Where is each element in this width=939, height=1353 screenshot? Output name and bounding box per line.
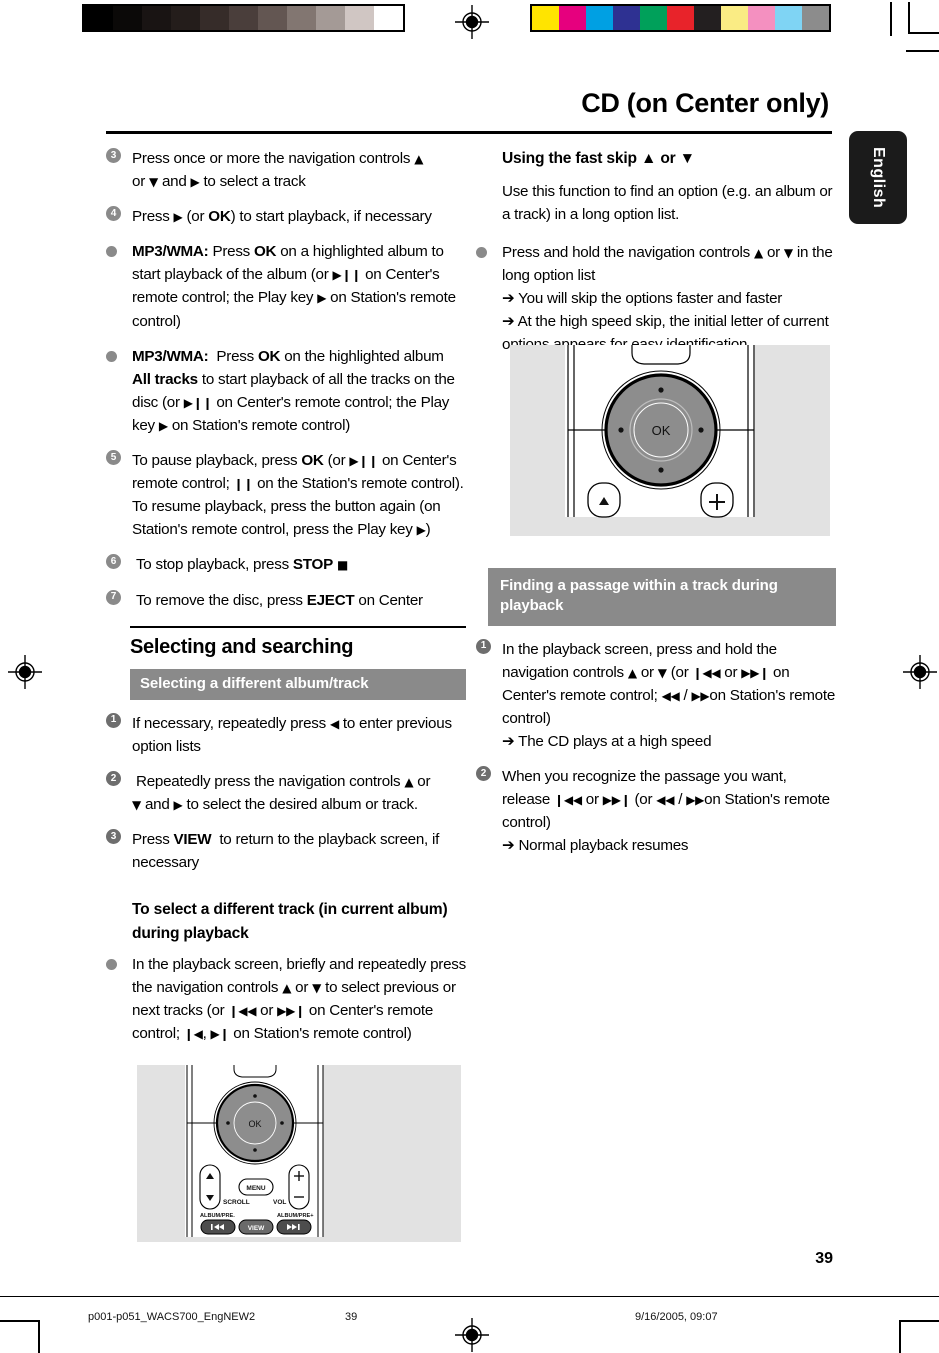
svg-text:ALBUM/PRE+: ALBUM/PRE+	[277, 1213, 314, 1219]
step-number-badge: 2	[476, 766, 491, 782]
center-remote-navigation-figure: OK	[510, 345, 830, 536]
step-text: In the playback screen, press and hold t…	[502, 640, 836, 750]
footer-timestamp: 9/16/2005, 09:07	[635, 1311, 718, 1323]
step-number-badge: 5	[106, 450, 121, 466]
step-text: Press and hold the navigation controls ▲…	[502, 243, 833, 353]
step-text: If necessary, repeatedly press ◀ to ente…	[132, 714, 452, 755]
step-marker: 5	[106, 449, 132, 541]
bullet-icon	[476, 246, 487, 258]
selecting-steps-list: 1 If necessary, repeatedly press ◀ to en…	[106, 712, 466, 875]
manual-page: CD (on Center only) English 3 Press once…	[0, 0, 939, 1353]
bullet-icon	[106, 350, 117, 362]
page-number: 39	[815, 1250, 833, 1267]
list-item: 2 Repeatedly press the navigation contro…	[106, 770, 466, 816]
step-marker: 7	[106, 589, 132, 612]
svg-text:MENU: MENU	[246, 1185, 265, 1192]
left-column: 3 Press once or more the navigation cont…	[106, 147, 466, 1058]
step-number-badge: 7	[106, 589, 121, 605]
step-number-badge: 2	[106, 771, 121, 787]
fast-skip-intro: Use this function to find an option (e.g…	[502, 183, 833, 224]
svg-text:OK: OK	[652, 423, 671, 438]
bullet-icon	[106, 959, 117, 971]
step-marker: 6	[106, 553, 132, 576]
fast-skip-heading: Using the fast skip ▲ or ▼	[502, 150, 695, 167]
subsection-header-album-track: Selecting a different album/track	[130, 668, 466, 700]
list-item: 3 Press once or more the navigation cont…	[106, 147, 466, 193]
step-text: Repeatedly press the navigation controls…	[132, 773, 431, 814]
svg-text:VOL: VOL	[273, 1199, 286, 1206]
footer-filename: p001-p051_WACS700_EngNEW2	[88, 1311, 256, 1323]
step-marker: 4	[106, 205, 132, 228]
list-item: 1 In the playback screen, press and hold…	[476, 638, 836, 753]
bullet-marker	[106, 345, 132, 437]
center-remote-illustration: OK	[565, 345, 755, 518]
bullet-marker	[106, 240, 132, 332]
station-remote-figure: OK SCROLL MENU VOL ALBUM/PRE. VIEW ALBUM…	[137, 1065, 461, 1242]
section-title: Selecting and searching	[130, 635, 354, 658]
step-text: Press VIEW to return to the playback scr…	[132, 831, 440, 872]
bullet-marker	[476, 241, 502, 356]
subsection-header-find-passage: Finding a passage within a track during …	[488, 568, 836, 626]
bullet-icon	[106, 246, 117, 258]
step-number-badge: 6	[106, 554, 121, 570]
step-text: MP3/WMA: Press OK on the highlighted alb…	[132, 347, 455, 434]
step-text: To pause playback, press OK (or ▶❙❙ on C…	[132, 452, 464, 539]
list-item: Press and hold the navigation controls ▲…	[476, 241, 836, 356]
list-item: MP3/WMA: Press OK on a highlighted album…	[106, 240, 466, 332]
section-divider	[130, 625, 466, 628]
svg-text:OK: OK	[248, 1119, 261, 1129]
step-number-badge: 1	[106, 712, 121, 728]
step-text: Press once or more the navigation contro…	[132, 150, 424, 191]
svg-text:SCROLL: SCROLL	[223, 1199, 250, 1206]
step-number-badge: 4	[106, 206, 121, 222]
step-text: To remove the disc, press EJECT on Cente…	[132, 591, 423, 609]
list-item: 7 To remove the disc, press EJECT on Cen…	[106, 589, 466, 612]
step-number-badge: 3	[106, 148, 121, 163]
step-text: To stop playback, press STOP ■	[132, 556, 349, 574]
step-marker: 3	[106, 828, 132, 874]
list-item: 2 When you recognize the passage you wan…	[476, 765, 836, 857]
step-number-badge: 3	[106, 829, 121, 845]
list-item: 6 To stop playback, press STOP ■	[106, 553, 466, 576]
step-marker: 2	[476, 765, 502, 857]
language-tab: English	[849, 131, 907, 224]
station-remote-illustration: OK SCROLL MENU VOL ALBUM/PRE. VIEW ALBUM…	[185, 1065, 324, 1237]
bullet-marker	[106, 953, 132, 1045]
step-text: When you recognize the passage you want,…	[502, 768, 830, 855]
step-marker: 2	[106, 770, 132, 816]
title-divider	[106, 131, 832, 134]
step-text: Press ▶ (or OK) to start playback, if ne…	[132, 208, 432, 226]
step-marker: 3	[106, 147, 132, 193]
step-number-badge: 1	[476, 638, 491, 654]
step-text: In the playback screen, briefly and repe…	[132, 956, 466, 1043]
playback-steps-list: 3 Press once or more the navigation cont…	[106, 147, 466, 612]
language-tab-label: English	[870, 146, 887, 209]
page-title: CD (on Center only)	[581, 88, 829, 118]
list-item: 4 Press ▶ (or OK) to start playback, if …	[106, 205, 466, 228]
step-marker: 1	[476, 638, 502, 753]
list-item: 3 Press VIEW to return to the playback s…	[106, 828, 466, 874]
step-text: MP3/WMA: Press OK on a highlighted album…	[132, 243, 456, 330]
footer-page-number: 39	[345, 1311, 358, 1323]
list-item: MP3/WMA: Press OK on the highlighted alb…	[106, 345, 466, 437]
footer-divider	[0, 1296, 939, 1297]
list-item: 5 To pause playback, press OK (or ▶❙❙ on…	[106, 449, 466, 541]
track-selection-subheading: To select a different track (in current …	[132, 901, 448, 942]
svg-text:VIEW: VIEW	[248, 1225, 265, 1232]
list-item: 1 If necessary, repeatedly press ◀ to en…	[106, 712, 466, 758]
step-marker: 1	[106, 712, 132, 758]
passage-steps-list: 1 In the playback screen, press and hold…	[476, 638, 836, 858]
svg-text:ALBUM/PRE.: ALBUM/PRE.	[200, 1213, 235, 1219]
list-item: In the playback screen, briefly and repe…	[106, 953, 466, 1045]
